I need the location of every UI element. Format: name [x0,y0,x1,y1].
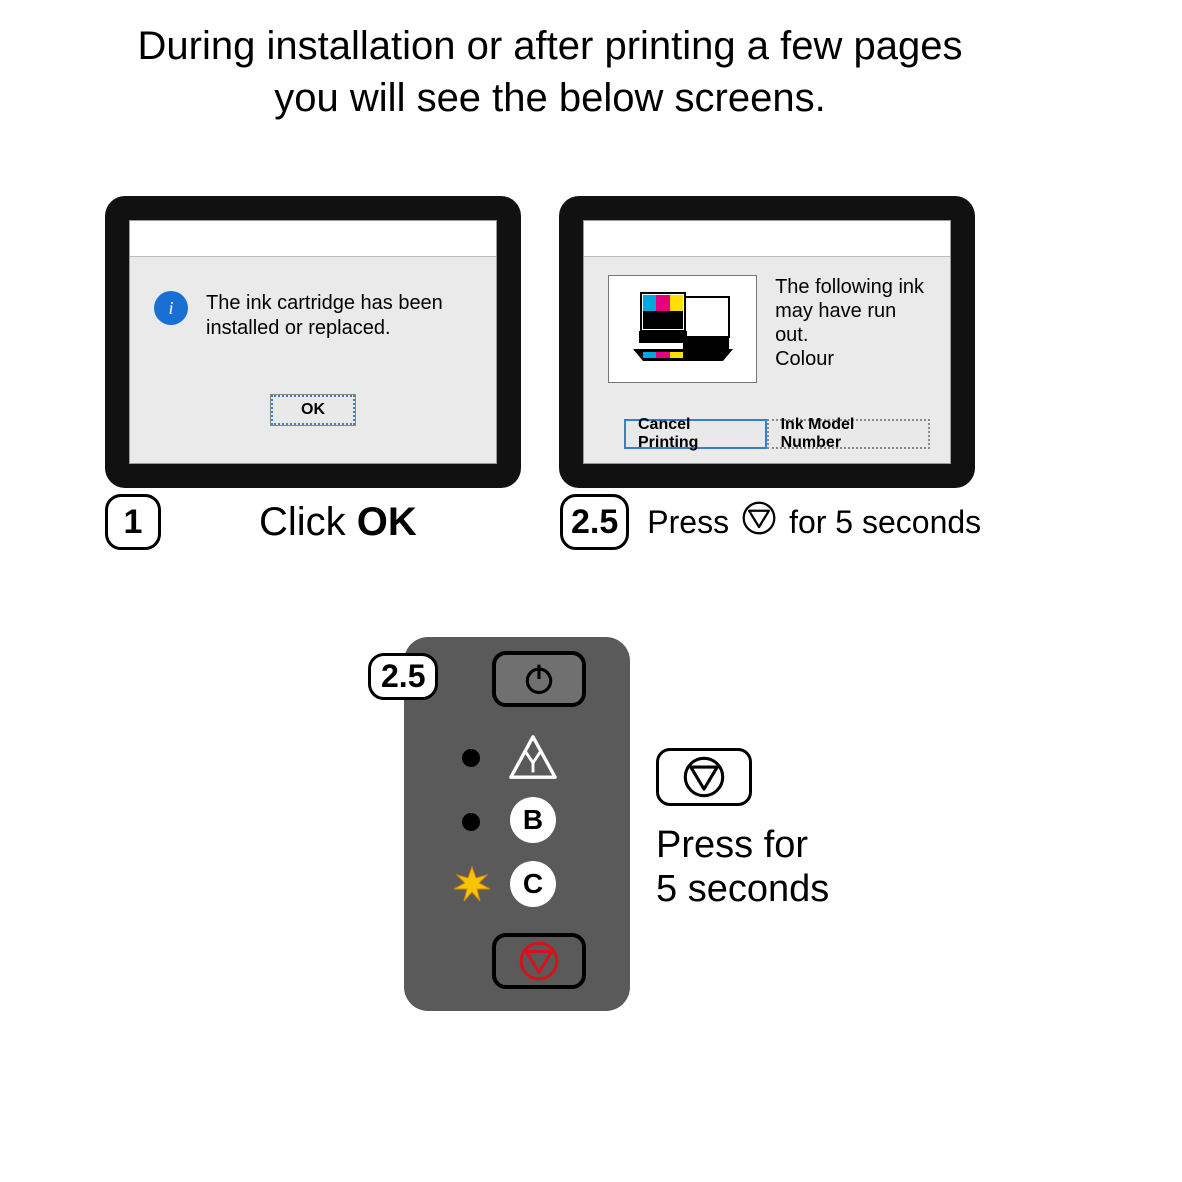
c-indicator: C [508,859,558,909]
msg-line2: may have run out. [775,300,896,346]
b-label: B [523,804,543,835]
step-25-number: 2.5 [571,503,618,542]
step-1-prefix: Click [259,500,357,544]
dialog-window: i The ink cartridge has been installed o… [129,220,497,464]
dialog-titlebar [584,221,950,257]
power-icon [521,661,557,697]
ink-model-number-button[interactable]: Ink Model Number [767,419,930,449]
cancel-printing-label: Cancel Printing [638,416,753,452]
led-indicator-1 [462,749,480,767]
stop-button[interactable] [492,933,586,989]
power-button[interactable] [492,651,586,707]
panel-right-instruction: Press for 5 seconds [656,748,829,911]
panel-right-text: Press for 5 seconds [656,824,829,911]
c-label: C [523,868,543,899]
led-indicator-2 [462,813,480,831]
step-25-prefix: Press [647,504,729,541]
ok-button[interactable]: OK [271,395,355,425]
printer-panel-wrap: 2.5 B [404,637,630,1011]
dialog-screen-2: The following ink may have run out. Colo… [559,196,975,488]
dialog-message: The following ink may have run out. Colo… [775,275,926,371]
step-1-number: 1 [124,503,143,542]
step-1-row: 1 Click OK [105,494,521,550]
warning-icon [508,733,558,783]
msg-line1: The following ink [775,276,924,298]
step-25-text: Press for 5 seconds [647,500,981,544]
step-1-badge: 1 [105,494,161,550]
panel-right-line2: 5 seconds [656,868,829,910]
step-25-row: 2.5 Press for 5 seconds [560,494,981,550]
stop-icon [741,500,777,544]
dialog-screen-1: i The ink cartridge has been installed o… [105,196,521,488]
panel-step-badge: 2.5 [368,653,438,700]
dialog-titlebar [130,221,496,257]
panel-step-number: 2.5 [381,658,425,694]
printer-panel: 2.5 B [404,637,630,1011]
panel-right-line1: Press for [656,824,808,866]
heading-line1: During installation or after printing a … [138,24,963,68]
b-indicator: B [508,795,558,845]
ok-button-label: OK [301,401,325,419]
instruction-heading: During installation or after printing a … [0,20,1100,124]
ink-illustration [608,275,757,383]
stop-icon [518,940,560,982]
ink-model-label: Ink Model Number [781,416,916,452]
cancel-printing-button[interactable]: Cancel Printing [624,419,767,449]
step-1-bold: OK [357,500,417,544]
dialog-message: The ink cartridge has been installed or … [206,291,478,341]
heading-line2: you will see the below screens. [274,76,825,120]
flash-icon [452,865,492,910]
info-icon: i [154,291,188,325]
step-1-text: Click OK [259,500,417,545]
step-25-suffix: for 5 seconds [789,504,981,541]
stop-key-icon [656,748,752,806]
dialog-window: The following ink may have run out. Colo… [583,220,951,464]
msg-line3: Colour [775,348,834,370]
step-25-badge: 2.5 [560,494,629,550]
